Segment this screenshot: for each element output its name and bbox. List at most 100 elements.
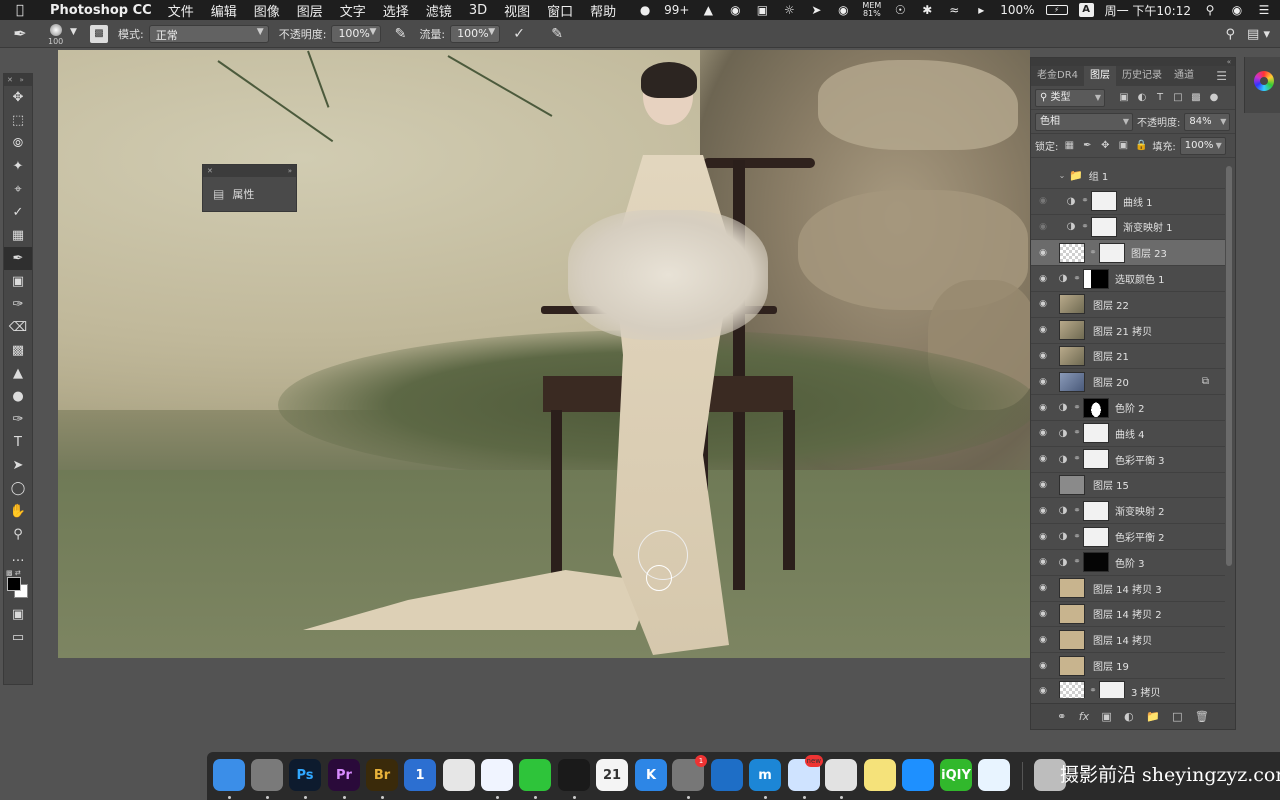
battery-icon[interactable]: ⚡	[1045, 5, 1068, 15]
menu-file[interactable]: 文件	[168, 1, 194, 20]
lock-transparent-icon[interactable]: ▦	[1062, 140, 1076, 151]
lock-position-icon[interactable]: ✥	[1098, 140, 1112, 151]
foreground-color[interactable]	[7, 577, 21, 591]
dock-1password-icon[interactable]: 1	[404, 759, 436, 791]
crop-tool-icon[interactable]: ⌖	[4, 178, 32, 201]
hand-tool-icon[interactable]: ✋	[4, 500, 32, 523]
layer-mask-thumbnail[interactable]	[1099, 681, 1125, 698]
layer-thumbnail[interactable]	[1059, 320, 1085, 341]
dock-qq-icon[interactable]	[558, 759, 590, 791]
visibility-toggle-icon[interactable]: ◉	[1031, 661, 1055, 671]
search-icon[interactable]: ⚲	[1226, 27, 1236, 42]
layer-row[interactable]: ◉ ◑ ⚭ 渐变映射 1	[1031, 215, 1225, 241]
dock-clean-icon[interactable]	[978, 759, 1010, 791]
dock-bridge-icon[interactable]: Br	[366, 759, 398, 791]
filter-toggle-icon[interactable]: ●	[1207, 92, 1221, 103]
document-canvas[interactable]	[58, 50, 1030, 658]
visibility-toggle-icon[interactable]: ◉	[1031, 222, 1055, 232]
layer-row[interactable]: ◉ ◑ ⚭ 曲线 1	[1031, 189, 1225, 215]
layer-row[interactable]: ◉ ◑ ⚭ 选取颜色 1	[1031, 266, 1225, 292]
layer-row[interactable]: ◉ 图层 14 拷贝 2	[1031, 602, 1225, 628]
siri-icon[interactable]: ◉	[1229, 3, 1245, 17]
flow-input[interactable]: 100% ▼	[450, 24, 501, 43]
mask-link-icon[interactable]: ⚭	[1087, 686, 1099, 696]
menu-meters-icon[interactable]: ◉	[835, 3, 851, 17]
panel-menu-icon[interactable]: ☰	[1216, 69, 1235, 83]
eraser-tool-icon[interactable]: ⌫	[4, 316, 32, 339]
memory-meter[interactable]: MEM 81%	[862, 2, 881, 18]
layers-panel-header[interactable]: «	[1031, 58, 1235, 66]
dock-launchpad-icon[interactable]	[251, 759, 283, 791]
delete-layer-icon[interactable]: 🗑	[1195, 710, 1209, 723]
dock-kuaishou-icon[interactable]: K	[635, 759, 667, 791]
visibility-toggle-icon[interactable]: ◉	[1031, 557, 1055, 567]
layer-thumbnail[interactable]	[1059, 655, 1085, 676]
airbrush-icon[interactable]: ✓	[508, 26, 530, 42]
zoom-tool-icon[interactable]: ⚲	[4, 523, 32, 546]
gradient-tool-icon[interactable]: ▩	[4, 339, 32, 362]
tab-channels[interactable]: 通道	[1168, 66, 1200, 86]
visibility-toggle-icon[interactable]: ◉	[1031, 583, 1055, 593]
mask-link-icon[interactable]: ⚭	[1079, 222, 1091, 232]
dock-mail-icon[interactable]: new	[788, 755, 823, 791]
dock-wechat-icon[interactable]	[519, 759, 551, 791]
accessibility-icon[interactable]: ☉	[892, 3, 908, 17]
layer-mask-thumbnail[interactable]	[1083, 526, 1109, 547]
layer-blend-mode-select[interactable]: 色相 ▼	[1035, 112, 1133, 131]
pressure-opacity-icon[interactable]: ✎	[389, 26, 411, 42]
mask-link-icon[interactable]: ⚭	[1087, 248, 1099, 258]
brush-tool-preset-icon[interactable]: ✒	[0, 20, 40, 48]
layer-row[interactable]: ◉ 图层 15	[1031, 473, 1225, 499]
filter-pixel-icon[interactable]: ▣	[1117, 92, 1131, 103]
dock-prism-icon[interactable]	[443, 759, 475, 791]
mask-link-icon[interactable]: ⚭	[1071, 454, 1083, 464]
visibility-toggle-icon[interactable]: ◉	[1031, 686, 1055, 696]
filter-shape-icon[interactable]: □	[1171, 92, 1185, 103]
properties-panel-header[interactable]: ✕»	[203, 165, 296, 177]
layer-thumbnail[interactable]	[1059, 603, 1085, 624]
disclosure-triangle-icon[interactable]: ⌄	[1055, 171, 1069, 180]
visibility-toggle-icon[interactable]: ◉	[1031, 428, 1055, 438]
tab-layers[interactable]: 图层	[1084, 66, 1117, 86]
apple-menu-icon[interactable]: 	[16, 3, 38, 18]
menu-help[interactable]: 帮助	[590, 1, 616, 20]
layer-row[interactable]: ◉ ◑ ⚭ 色彩平衡 3	[1031, 447, 1225, 473]
close-icon[interactable]: ✕	[207, 165, 213, 177]
fill-input[interactable]: 100% ▼	[1179, 136, 1226, 155]
layer-opacity-input[interactable]: 84% ▼	[1184, 112, 1231, 131]
brush-size-picker[interactable]: 100 ▼	[40, 20, 90, 48]
dock-notes-icon[interactable]	[864, 759, 896, 791]
layer-row[interactable]: ◉ ◑ ⚭ 渐变映射 2	[1031, 498, 1225, 525]
layer-row[interactable]: ◉ ◑ ⚭ 色阶 3	[1031, 550, 1225, 576]
lasso-tool-icon[interactable]: ⦾	[4, 132, 32, 155]
tools-panel-header[interactable]: ✕ »	[4, 74, 32, 86]
layer-row[interactable]: ◉ 图层 22	[1031, 292, 1225, 318]
brush-tool-icon[interactable]: ✒	[4, 247, 32, 270]
visibility-toggle-icon[interactable]: ◉	[1031, 403, 1055, 413]
dock-calendar-icon[interactable]: 21	[596, 759, 628, 791]
dock-iqiyi-icon[interactable]: iQIY	[940, 759, 972, 791]
creative-cloud-icon[interactable]: ☼	[781, 3, 797, 17]
layer-thumbnail[interactable]	[1059, 578, 1085, 599]
clock[interactable]: 周一 下午10:12	[1105, 2, 1191, 19]
lock-artboard-icon[interactable]: ▣	[1116, 140, 1130, 151]
layer-mask-thumbnail[interactable]	[1083, 552, 1109, 573]
input-method-icon[interactable]: A	[1078, 3, 1094, 17]
menu-edit[interactable]: 编辑	[211, 1, 237, 20]
wechat-status-icon[interactable]: ●	[637, 3, 653, 17]
layer-row[interactable]: ◉ 图层 21 拷贝	[1031, 318, 1225, 344]
layer-group-row[interactable]: ⌄ 📁 组 1	[1031, 163, 1225, 189]
link-layers-icon[interactable]: ⚭	[1057, 710, 1066, 723]
visibility-toggle-icon[interactable]: ◉	[1031, 274, 1055, 284]
visibility-toggle-icon[interactable]: ◉	[1031, 609, 1055, 619]
send-status-icon[interactable]: ➤	[808, 3, 824, 17]
visibility-toggle-icon[interactable]: ◉	[1031, 248, 1055, 258]
color-swatches[interactable]: ▩ ⇄	[4, 569, 32, 603]
dock-maxthon-icon[interactable]: m	[749, 759, 781, 791]
layer-thumbnail[interactable]	[1059, 629, 1085, 650]
visibility-toggle-icon[interactable]: ◉	[1031, 377, 1055, 387]
tab-laojin-dr4[interactable]: 老金DR4	[1031, 66, 1084, 86]
dock-baidu-netdisk-icon[interactable]	[481, 759, 513, 791]
visibility-toggle-icon[interactable]: ◉	[1031, 454, 1055, 464]
type-tool-icon[interactable]: T	[4, 431, 32, 454]
